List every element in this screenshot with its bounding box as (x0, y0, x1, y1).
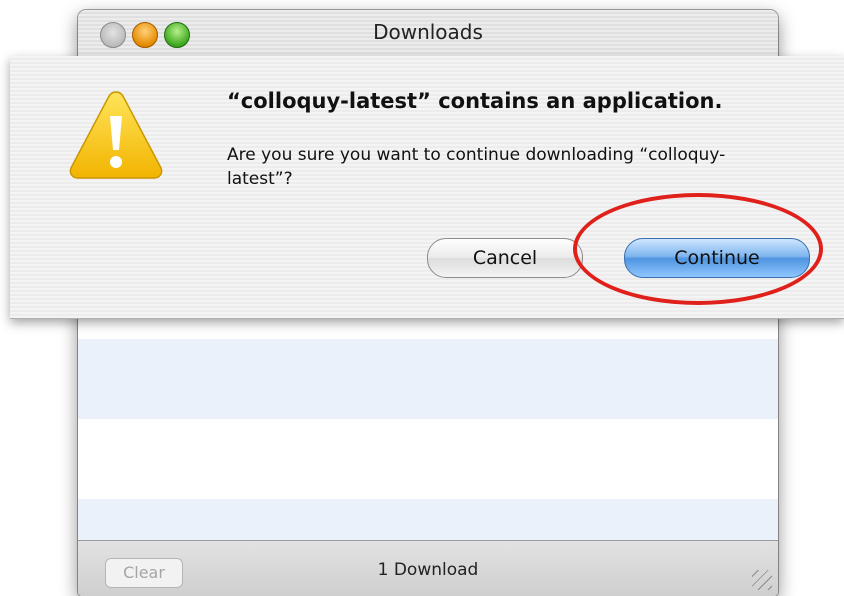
list-row (78, 339, 778, 419)
alert-title: “colloquy-latest” contains an applicatio… (227, 89, 723, 113)
resize-grip-icon[interactable] (752, 570, 772, 590)
list-row (78, 419, 778, 499)
window-title: Downloads (373, 20, 483, 44)
alert-message: Are you sure you want to continue downlo… (227, 145, 726, 189)
title-bar[interactable]: Downloads (78, 10, 778, 57)
status-bar: Clear 1 Download (78, 540, 778, 596)
download-count: 1 Download (377, 560, 479, 580)
highlight-annotation (573, 193, 823, 305)
cancel-button[interactable]: Cancel (427, 238, 583, 278)
warning-triangle-icon (69, 91, 163, 179)
